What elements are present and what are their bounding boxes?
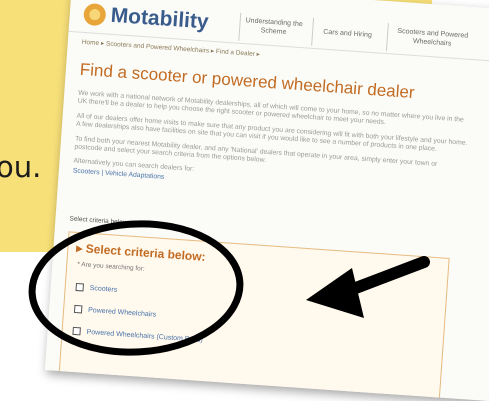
nav-tab-scooters-wheelchairs[interactable]: Scooters and Powered Wheelchairs [385, 23, 478, 58]
logo-icon [83, 2, 107, 27]
site-logo[interactable]: Motability [83, 2, 209, 35]
background-text: ou. [0, 150, 42, 184]
nav-tab-understanding-scheme[interactable]: Understanding the Scheme [238, 12, 309, 46]
checkbox[interactable] [73, 304, 83, 314]
checkbox[interactable] [75, 282, 84, 292]
screenshot-paper: Motability Understanding the Scheme Cars… [44, 0, 489, 401]
option-label: Powered Wheelchairs (Custom Build) [86, 328, 203, 344]
checkbox[interactable] [72, 326, 81, 336]
web-page: Motability Understanding the Scheme Cars… [44, 0, 489, 401]
option-label: Powered Wheelchairs [87, 306, 157, 319]
criteria-label: Select criteria below: [69, 215, 130, 227]
nav-tab-cars-hiring[interactable]: Cars and Hiring [311, 17, 383, 51]
option-scooters[interactable]: Scooters [75, 282, 118, 294]
intro-text: We work with a national network of Motab… [72, 90, 469, 209]
criteria-title[interactable]: ▸ Select criteria below: [76, 241, 206, 264]
option-label: Scooters [89, 284, 118, 294]
option-custom-build[interactable]: Powered Wheelchairs (Custom Build) [72, 326, 203, 344]
option-powered-wheelchairs[interactable]: Powered Wheelchairs [73, 304, 157, 319]
question-label: * Are you searching for: [77, 261, 145, 273]
top-navigation: Motability Understanding the Scheme Cars… [68, 0, 489, 63]
logo-text: Motability [109, 3, 210, 34]
criteria-panel: ▸ Select criteria below: * Are you searc… [58, 231, 450, 400]
